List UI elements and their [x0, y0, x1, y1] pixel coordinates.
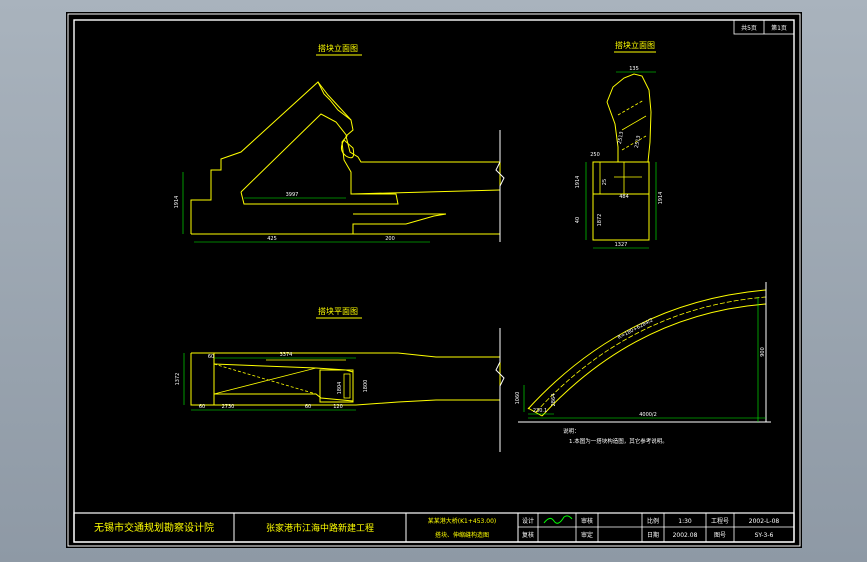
outer-border [67, 13, 801, 547]
dim-v2-a: 2513 [617, 131, 625, 145]
cad-drawing-canvas: 共5页 第1页 搭块立面图 425 200 1914 3997 搭块立面图 13… [66, 12, 802, 548]
tb-check-label: 审核 [581, 517, 593, 525]
dim-v2-i: 484 [619, 194, 629, 200]
tb-date-label: 日期 [647, 531, 659, 539]
inner-border [73, 19, 795, 543]
dim-v1-height: 1914 [174, 196, 180, 209]
dim-v1-left: 425 [267, 236, 277, 242]
drawing-sheet: 共5页 第1页 搭块立面图 425 200 1914 3997 搭块立面图 13… [67, 13, 801, 547]
tb-scale-label: 比例 [647, 517, 659, 525]
tb-org-name: 无锡市交通规划勘察设计院 [94, 521, 214, 534]
view-title-plan: 搭块平面图 [318, 306, 358, 316]
tb-drawing-no-value: SY-3-6 [755, 532, 774, 539]
stamp-total-pages: 共5页 [741, 24, 757, 32]
dim-v2-e: 25 [602, 179, 608, 185]
dim-v4-d: 4000/2 [639, 412, 657, 418]
dim-v4-c: 230.1 [533, 408, 547, 414]
dim-v2-g: 1872 [597, 214, 603, 227]
dim-v3-f: 60 [305, 404, 311, 410]
dim-v3-h: 1804 [337, 382, 343, 395]
designer-signature [543, 515, 573, 524]
tb-drawing-no-label: 图号 [714, 532, 726, 539]
dim-v3-b: 1372 [175, 373, 181, 386]
tb-date-value: 2002.08 [673, 532, 698, 539]
dim-v2-d: 1914 [575, 176, 581, 189]
tb-drawing-title-2: 搭块、伸缩缝构造图 [435, 531, 489, 539]
stamp-page-no: 第1页 [771, 24, 787, 32]
corner-stamp: 共5页 第1页 [733, 19, 795, 35]
dim-v4-b: 2864 [551, 394, 557, 407]
dim-v2-j: 1914 [658, 192, 664, 205]
tb-review-label: 复核 [522, 531, 534, 539]
tb-approve-label: 审定 [581, 531, 593, 539]
view-side-elevation: 搭块立面图 425 200 1914 3997 [174, 43, 505, 243]
view-plan: 搭块平面图 3374 1372 1800 60 2730 60 120 1804… [175, 306, 505, 452]
view-title-front-elevation: 搭块立面图 [615, 40, 655, 50]
dim-v1-diag: 3997 [286, 192, 299, 198]
dim-v2-top: 135 [629, 66, 639, 72]
notes-line-1: 1.本图为一搭块构造图，其它参考说明。 [569, 437, 668, 445]
dim-v3-g: 120 [333, 404, 343, 410]
dim-v4-height: 900 [760, 347, 766, 357]
view-title-side-elevation: 搭块立面图 [318, 43, 358, 53]
tb-project-no-label: 工程号 [711, 517, 729, 525]
dim-v2-h: 1327 [615, 242, 628, 248]
dim-v3-a: 3374 [280, 352, 293, 358]
view-front-elevation: 搭块立面图 135 2513 2513 250 1914 25 40 1872 … [575, 40, 664, 249]
tb-design-label: 设计 [522, 517, 534, 525]
notes-heading: 说明： [563, 427, 580, 435]
dim-v3-c: 1800 [363, 380, 369, 393]
dim-v2-c: 250 [590, 152, 600, 158]
dim-v4-a: 1060 [515, 392, 521, 405]
tb-project-no-value: 2002-L-08 [749, 518, 780, 525]
dim-v3-e: 2730 [222, 404, 235, 410]
view-arc-plan: R=180+6284/2 900 1060 2864 230.1 4000/2 [515, 282, 771, 423]
tb-project-name: 张家港市江海中路新建工程 [266, 522, 374, 534]
dim-v2-b: 2513 [634, 135, 642, 149]
title-block: 无锡市交通规划勘察设计院 张家港市江海中路新建工程 某某港大桥(K1+453.0… [73, 512, 795, 543]
notes-block: 说明： 1.本图为一搭块构造图，其它参考说明。 [563, 427, 668, 445]
dim-v1-right: 200 [385, 236, 395, 242]
dim-v4-radius: R=180+6284/2 [617, 317, 654, 341]
dim-v3-i: 60 [208, 354, 214, 360]
tb-drawing-title-1: 某某港大桥(K1+453.00) [428, 517, 496, 525]
dim-v2-f: 40 [575, 217, 581, 223]
tb-scale-value: 1:30 [678, 518, 692, 525]
dim-v3-d: 60 [199, 404, 205, 410]
